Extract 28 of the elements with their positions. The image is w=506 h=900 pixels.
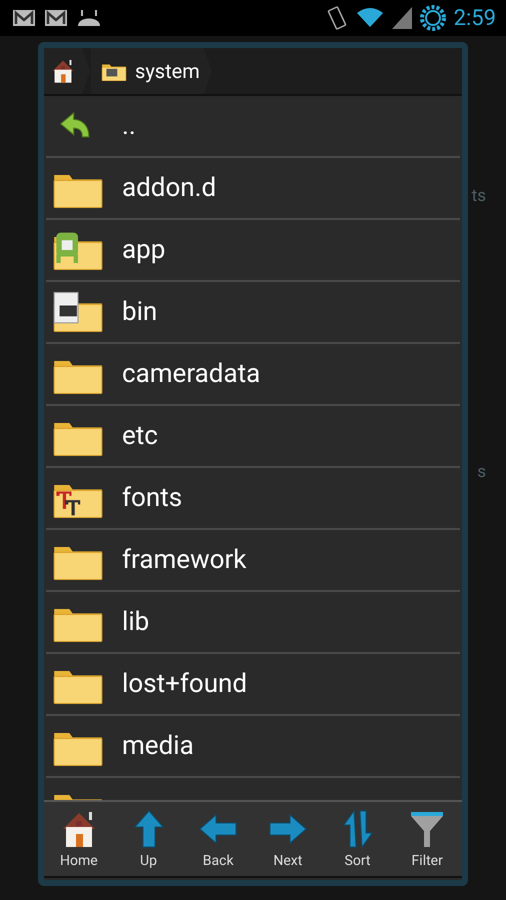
gear-icon	[420, 5, 446, 31]
filter-button[interactable]: Filter	[392, 802, 462, 876]
background-text: s	[477, 462, 486, 482]
back-button[interactable]: Back	[183, 802, 254, 876]
file-row[interactable]: etc	[46, 406, 460, 468]
home-crumb[interactable]	[44, 48, 90, 94]
up-button[interactable]: Up	[114, 802, 184, 876]
file-row[interactable]: bin	[46, 282, 460, 344]
signal-icon	[392, 7, 412, 29]
mail-icon	[44, 8, 68, 28]
file-row[interactable]: addon.d	[46, 158, 460, 220]
file-row[interactable]: fonts	[46, 468, 460, 530]
sort-button[interactable]: Sort	[322, 802, 392, 876]
mail-icon	[12, 8, 36, 28]
file-row[interactable]: framework	[46, 530, 460, 592]
clock-time: 2:59	[454, 6, 496, 30]
file-row[interactable]: lib	[46, 592, 460, 654]
home-button[interactable]: Home	[44, 802, 114, 876]
file-row[interactable]: ..	[46, 96, 460, 158]
file-row[interactable]: cameradata	[46, 344, 460, 406]
file-row[interactable]: media	[46, 716, 460, 778]
wifi-icon	[356, 7, 384, 29]
next-button[interactable]: Next	[253, 802, 323, 876]
folder-crumb[interactable]: system	[91, 48, 212, 94]
vibrate-icon	[326, 5, 348, 31]
background-text: ts	[472, 186, 486, 206]
file-row[interactable]: app	[46, 220, 460, 282]
file-row[interactable]: lost+found	[46, 654, 460, 716]
